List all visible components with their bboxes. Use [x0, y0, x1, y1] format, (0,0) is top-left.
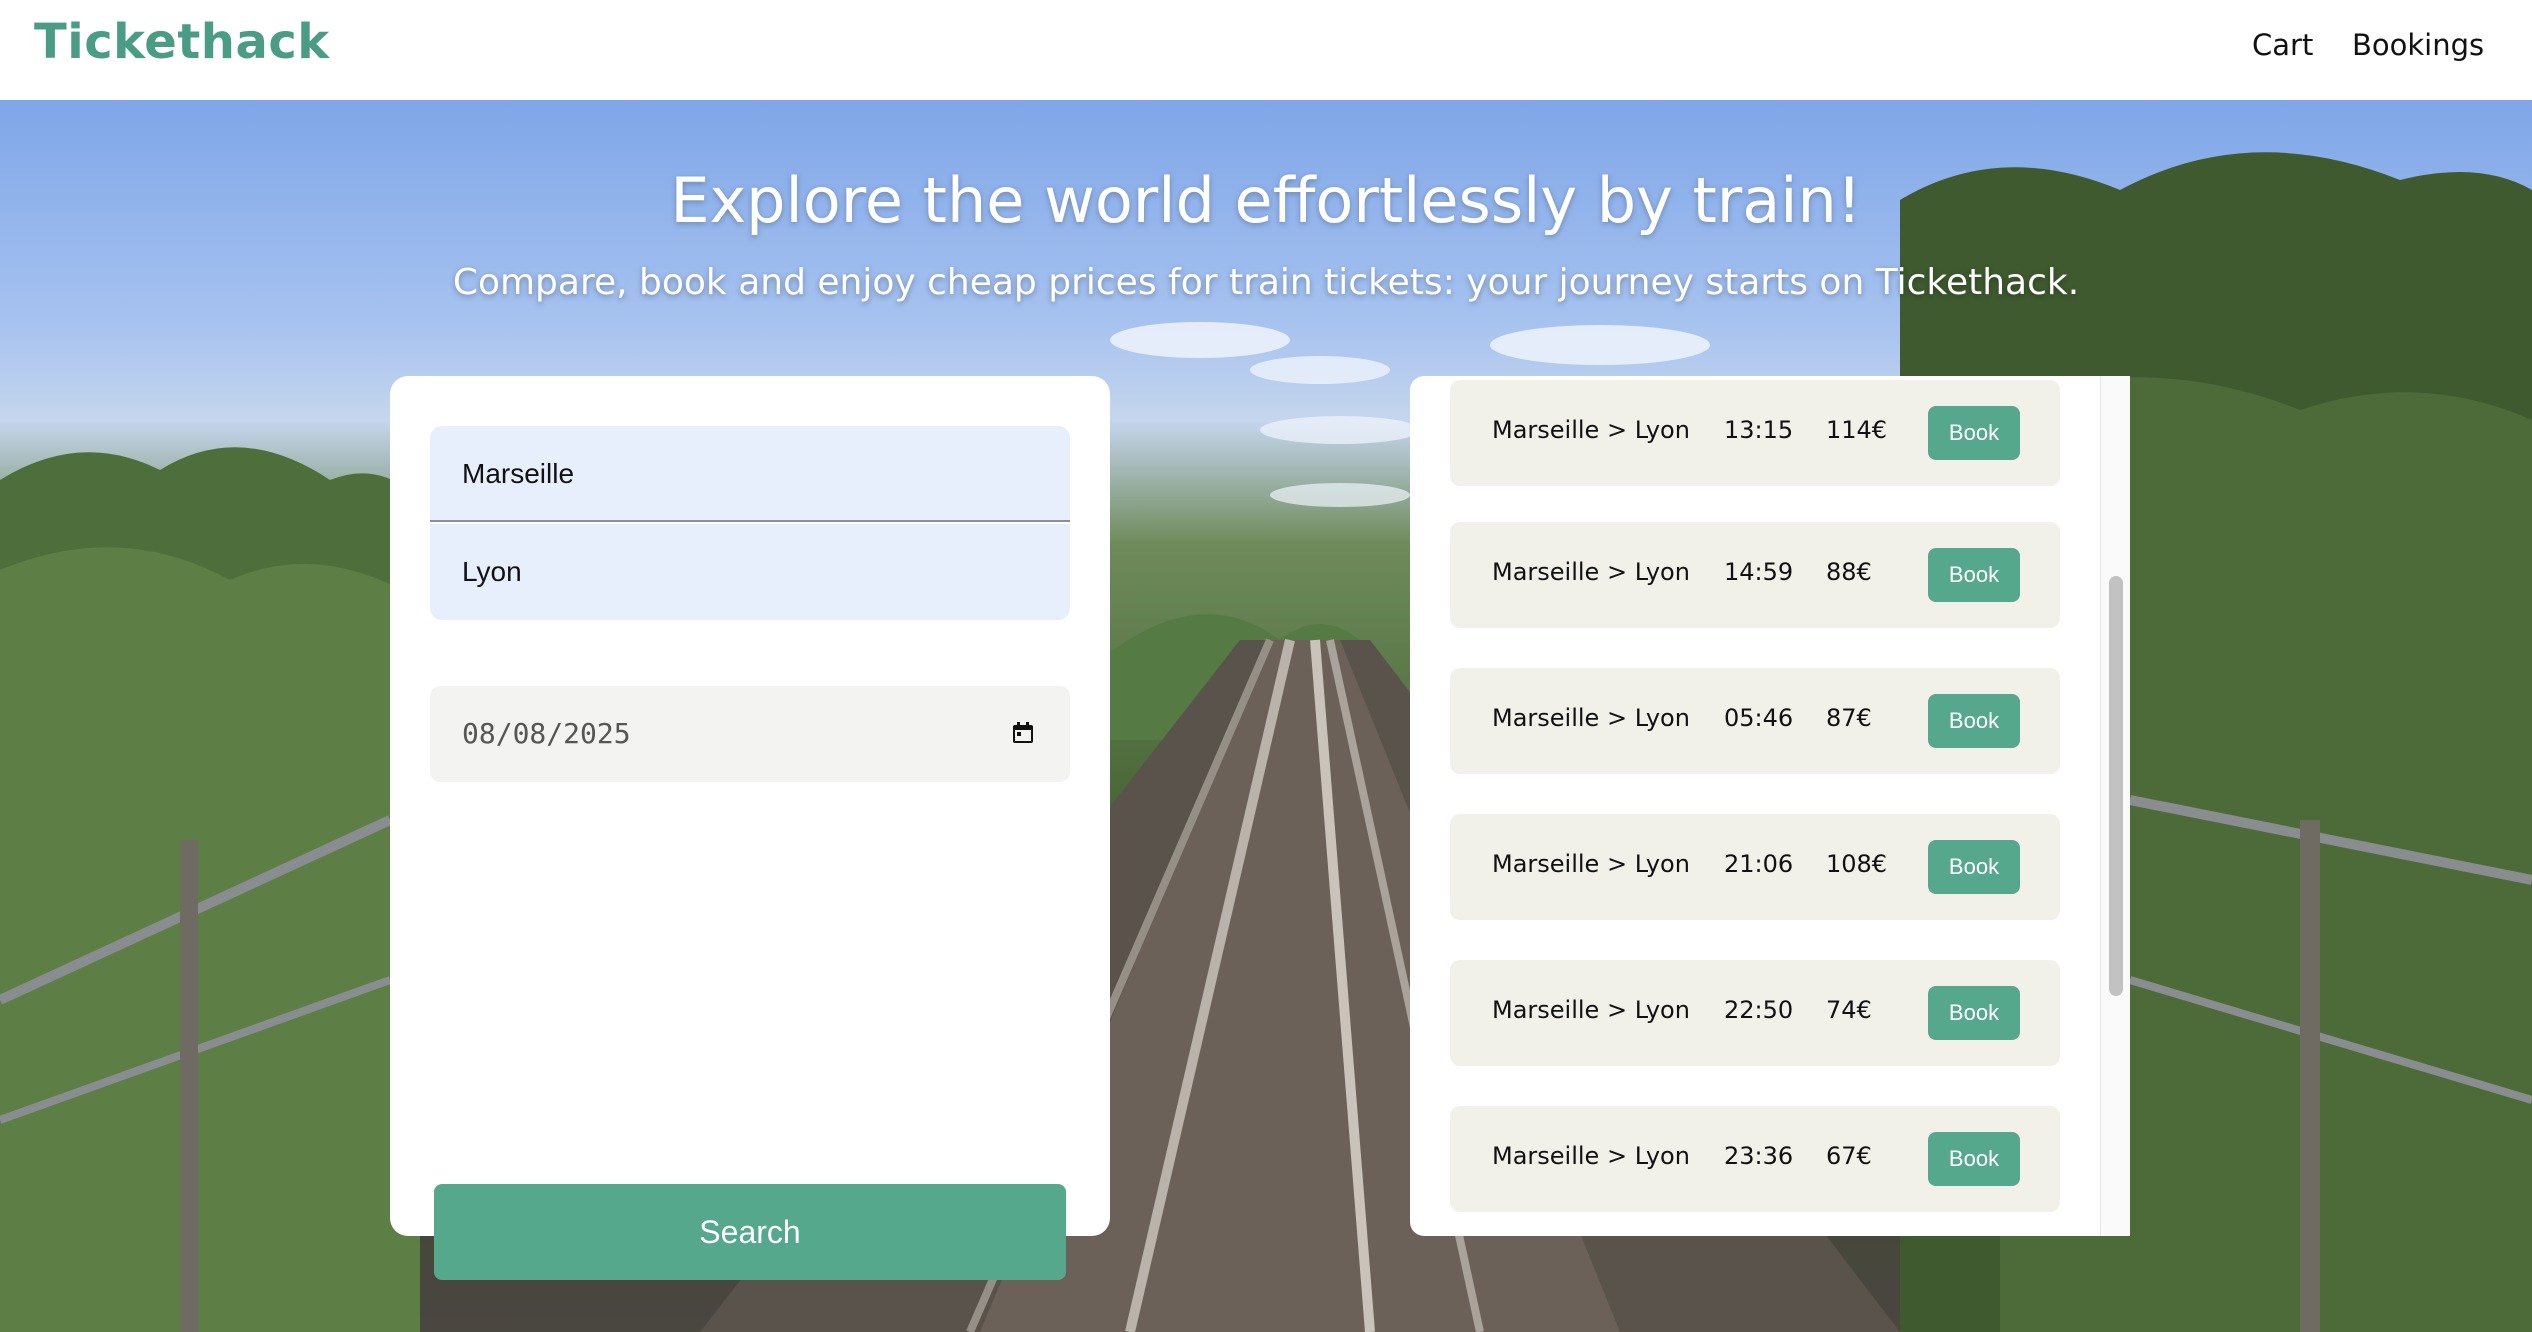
date-value: 08/08/2025 — [462, 717, 631, 750]
calendar-icon[interactable] — [1012, 722, 1034, 744]
trip-row: Marseille > Lyon 22:50 74€ Book — [1450, 960, 2060, 1066]
app-logo[interactable]: Tickethack — [34, 14, 330, 70]
book-button[interactable]: Book — [1928, 694, 2020, 748]
trip-route: Marseille > Lyon — [1492, 1142, 1690, 1170]
departure-input[interactable]: Marseille — [430, 426, 1070, 522]
trip-row: Marseille > Lyon 13:15 114€ Book — [1450, 380, 2060, 486]
book-button[interactable]: Book — [1928, 986, 2020, 1040]
date-input[interactable]: 08/08/2025 — [430, 686, 1070, 782]
trip-price: 74€ — [1826, 996, 1872, 1024]
results-list[interactable]: Marseille > Lyon 13:15 114€ Book Marseil… — [1410, 376, 2130, 1236]
book-button[interactable]: Book — [1928, 840, 2020, 894]
search-form-card: Marseille Lyon 08/08/2025 Search — [390, 376, 1110, 1280]
trip-price: 114€ — [1826, 416, 1888, 444]
trip-time: 23:36 — [1724, 1142, 1794, 1170]
trip-time: 21:06 — [1724, 850, 1794, 878]
trip-route: Marseille > Lyon — [1492, 996, 1690, 1024]
trip-price: 88€ — [1826, 558, 1872, 586]
hero-section: Explore the world effortlessly by train!… — [0, 100, 2532, 1332]
trip-time: 14:59 — [1724, 558, 1794, 586]
trip-route: Marseille > Lyon — [1492, 704, 1690, 732]
trip-row: Marseille > Lyon 23:36 67€ Book — [1450, 1106, 2060, 1212]
top-header: Tickethack Cart Bookings — [0, 0, 2532, 100]
hero-subtitle: Compare, book and enjoy cheap prices for… — [452, 262, 2080, 303]
nav-bookings-link[interactable]: Bookings — [2352, 28, 2484, 62]
trip-price: 108€ — [1826, 850, 1888, 878]
trip-route: Marseille > Lyon — [1492, 416, 1690, 444]
trip-route: Marseille > Lyon — [1492, 850, 1690, 878]
trip-price: 87€ — [1826, 704, 1872, 732]
trip-price: 67€ — [1826, 1142, 1872, 1170]
scrollbar-thumb[interactable] — [2109, 576, 2123, 996]
book-button[interactable]: Book — [1928, 548, 2020, 602]
book-button[interactable]: Book — [1928, 1132, 2020, 1186]
trip-route: Marseille > Lyon — [1492, 558, 1690, 586]
trip-row: Marseille > Lyon 14:59 88€ Book — [1450, 522, 2060, 628]
trip-time: 22:50 — [1724, 996, 1794, 1024]
results-scrollbar[interactable] — [2100, 376, 2130, 1236]
nav-cart-link[interactable]: Cart — [2252, 28, 2313, 62]
arrival-input[interactable]: Lyon — [430, 524, 1070, 620]
trip-row: Marseille > Lyon 05:46 87€ Book — [1450, 668, 2060, 774]
trip-row: Marseille > Lyon 21:06 108€ Book — [1450, 814, 2060, 920]
trip-time: 05:46 — [1724, 704, 1794, 732]
trip-time: 13:15 — [1724, 416, 1794, 444]
hero-title: Explore the world effortlessly by train! — [670, 164, 1862, 237]
book-button[interactable]: Book — [1928, 406, 2020, 460]
search-button[interactable]: Search — [434, 1184, 1066, 1280]
